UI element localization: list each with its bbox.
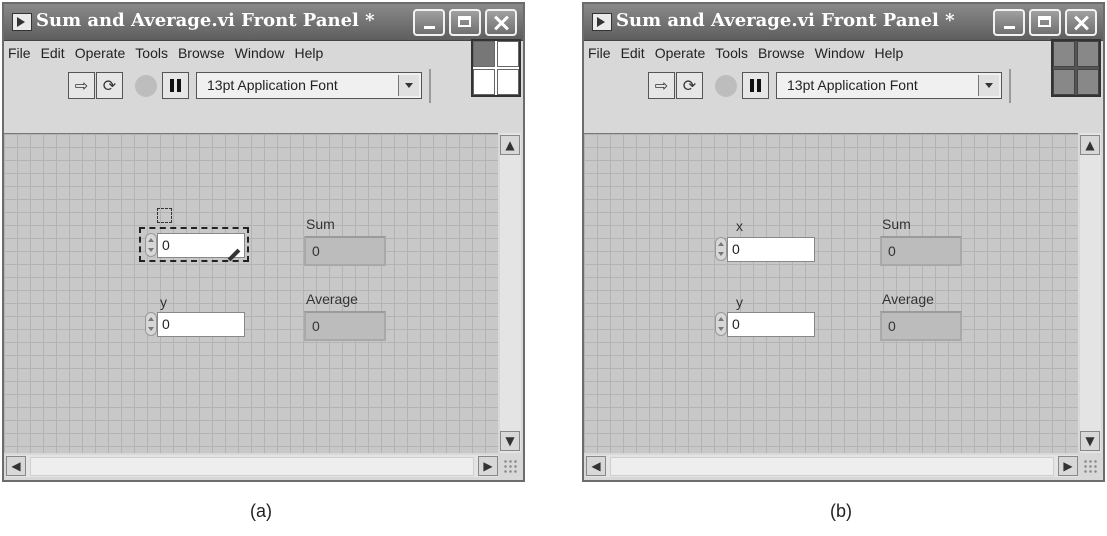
increment-decrement-icon[interactable] <box>715 312 727 336</box>
average-label: Average <box>306 291 358 307</box>
connector-pane-icon[interactable] <box>471 39 521 97</box>
sum-label: Sum <box>882 216 911 232</box>
pause-icon[interactable] <box>742 72 769 99</box>
scroll-right-icon[interactable]: ▶ <box>478 456 498 476</box>
front-panel-canvas[interactable]: 0 y 0 Sum 0 Average 0 <box>4 133 498 453</box>
title-bar[interactable]: Sum and Average.vi Front Panel * <box>584 4 1103 41</box>
resize-grip-icon[interactable] <box>503 459 519 475</box>
sum-indicator: 0 <box>880 236 962 266</box>
front-panel-window-a: Sum and Average.vi Front Panel * File Ed… <box>2 2 525 482</box>
run-arrow-icon[interactable]: ⇨ <box>648 72 675 99</box>
x-value[interactable]: 0 <box>727 237 815 262</box>
menu-tools[interactable]: Tools <box>715 45 748 61</box>
close-icon[interactable] <box>485 9 517 36</box>
increment-decrement-icon[interactable] <box>145 312 157 336</box>
menu-operate[interactable]: Operate <box>655 45 706 61</box>
y-value[interactable]: 0 <box>727 312 815 337</box>
window-title: Sum and Average.vi Front Panel * <box>36 10 375 31</box>
scroll-thumb[interactable] <box>30 457 474 476</box>
toolbar: ⇨ ⟳ 13pt Application Font <box>584 39 1103 129</box>
menu-bar: File Edit Operate Tools Browse Window He… <box>584 41 1103 65</box>
average-indicator: 0 <box>880 311 962 341</box>
menu-browse[interactable]: Browse <box>758 45 805 61</box>
menu-window[interactable]: Window <box>815 45 865 61</box>
abort-icon[interactable] <box>712 72 739 99</box>
scroll-right-icon[interactable]: ▶ <box>1058 456 1078 476</box>
caption-a: (a) <box>250 501 272 521</box>
x-label-placeholder[interactable] <box>157 208 172 223</box>
run-continuously-icon[interactable]: ⟳ <box>676 72 703 99</box>
scroll-down-icon[interactable]: ▼ <box>1080 431 1100 451</box>
front-panel-canvas[interactable]: x 0 y 0 Sum 0 Average 0 <box>584 133 1078 453</box>
run-continuously-icon[interactable]: ⟳ <box>96 72 123 99</box>
menu-file[interactable]: File <box>8 45 31 61</box>
x-control[interactable]: 0 <box>715 237 815 262</box>
abort-icon[interactable] <box>132 72 159 99</box>
title-bar[interactable]: Sum and Average.vi Front Panel * <box>4 4 523 41</box>
resize-grip-icon[interactable] <box>1083 459 1099 475</box>
scroll-up-icon[interactable]: ▲ <box>1080 135 1100 155</box>
font-selector-value: 13pt Application Font <box>787 77 918 93</box>
menu-tools[interactable]: Tools <box>135 45 168 61</box>
run-arrow-icon[interactable]: ⇨ <box>68 72 95 99</box>
labview-vi-icon <box>592 13 612 31</box>
sum-indicator: 0 <box>304 236 386 266</box>
y-value[interactable]: 0 <box>157 312 245 337</box>
close-icon[interactable] <box>1065 9 1097 36</box>
pause-icon[interactable] <box>162 72 189 99</box>
average-indicator: 0 <box>304 311 386 341</box>
labview-vi-icon <box>12 13 32 31</box>
vertical-scrollbar[interactable]: ▲ ▼ <box>500 133 521 453</box>
minimize-icon[interactable] <box>993 9 1025 36</box>
font-selector[interactable]: 13pt Application Font <box>776 72 1002 99</box>
average-label: Average <box>882 291 934 307</box>
minimize-icon[interactable] <box>413 9 445 36</box>
font-selector-value: 13pt Application Font <box>207 77 338 93</box>
maximize-icon[interactable] <box>449 9 481 36</box>
y-label: y <box>736 294 743 310</box>
window-title: Sum and Average.vi Front Panel * <box>616 10 955 31</box>
menu-help[interactable]: Help <box>874 45 903 61</box>
menu-window[interactable]: Window <box>235 45 285 61</box>
scroll-up-icon[interactable]: ▲ <box>500 135 520 155</box>
sum-label: Sum <box>306 216 335 232</box>
scroll-left-icon[interactable]: ◀ <box>6 456 26 476</box>
toolbar-divider <box>1009 69 1011 103</box>
maximize-icon[interactable] <box>1029 9 1061 36</box>
menu-file[interactable]: File <box>588 45 611 61</box>
menu-edit[interactable]: Edit <box>41 45 65 61</box>
menu-edit[interactable]: Edit <box>621 45 645 61</box>
toolbar-divider <box>429 69 431 103</box>
chevron-down-icon[interactable] <box>978 75 999 96</box>
scroll-thumb[interactable] <box>610 457 1054 476</box>
front-panel-window-b: Sum and Average.vi Front Panel * File Ed… <box>582 2 1105 482</box>
horizontal-scrollbar[interactable]: ◀ ▶ <box>6 455 498 477</box>
scroll-left-icon[interactable]: ◀ <box>586 456 606 476</box>
vertical-scrollbar[interactable]: ▲ ▼ <box>1080 133 1101 453</box>
toolbar: ⇨ ⟳ 13pt Application Font <box>4 39 523 129</box>
font-selector[interactable]: 13pt Application Font <box>196 72 422 99</box>
menu-operate[interactable]: Operate <box>75 45 126 61</box>
y-label: y <box>160 294 167 310</box>
x-label: x <box>736 218 743 234</box>
menu-browse[interactable]: Browse <box>178 45 225 61</box>
caption-b: (b) <box>830 501 852 521</box>
increment-decrement-icon[interactable] <box>145 233 157 257</box>
menu-bar: File Edit Operate Tools Browse Window He… <box>4 41 523 65</box>
chevron-down-icon[interactable] <box>398 75 419 96</box>
increment-decrement-icon[interactable] <box>715 237 727 261</box>
menu-help[interactable]: Help <box>294 45 323 61</box>
y-control[interactable]: 0 <box>715 312 815 337</box>
horizontal-scrollbar[interactable]: ◀ ▶ <box>586 455 1078 477</box>
y-control[interactable]: 0 <box>145 312 245 337</box>
connector-pane-icon[interactable] <box>1051 39 1101 97</box>
scroll-down-icon[interactable]: ▼ <box>500 431 520 451</box>
